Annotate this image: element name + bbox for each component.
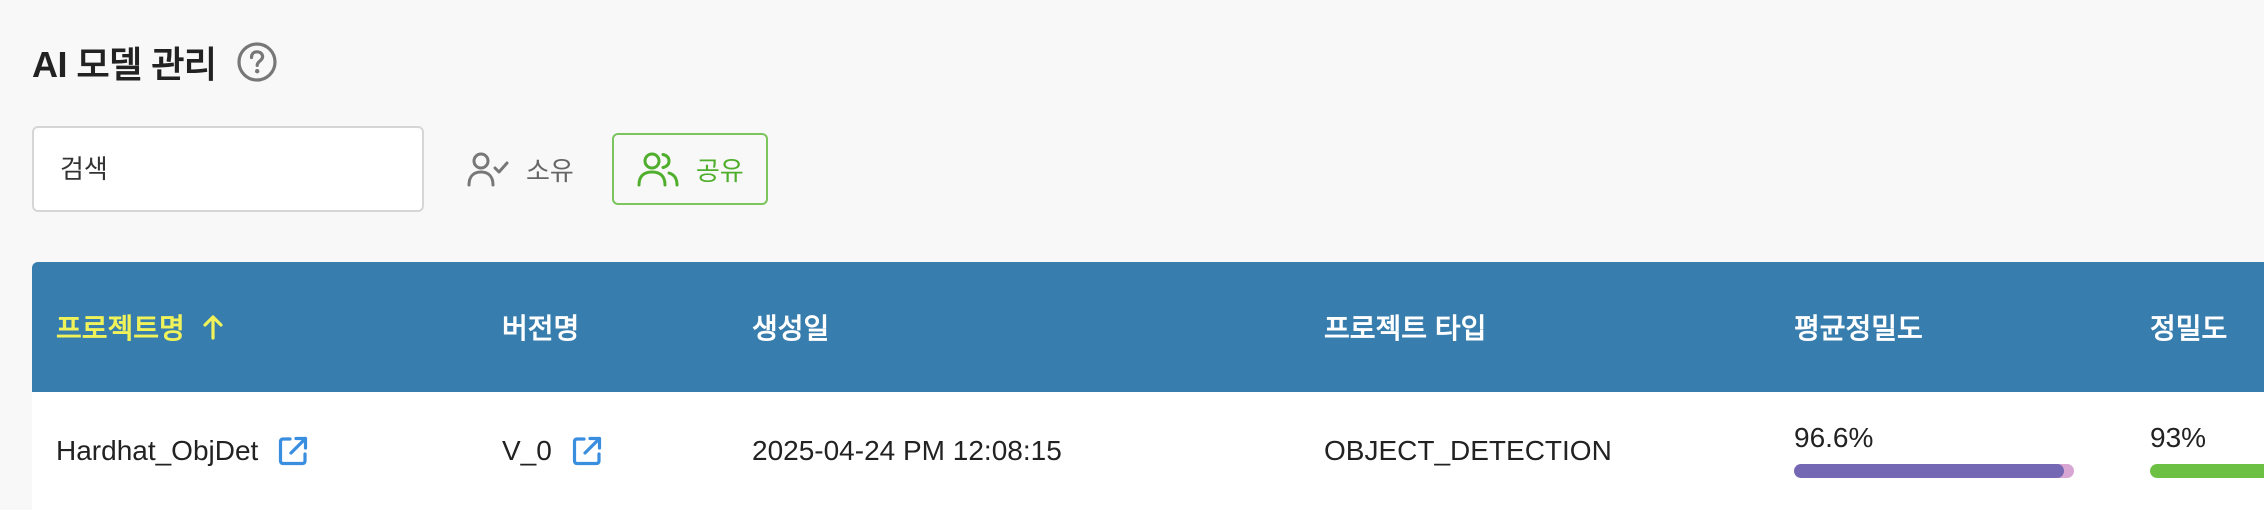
- avg-precision-bar-fill: [1794, 464, 2065, 478]
- cell-avg-precision: 96.6%: [1794, 422, 2074, 478]
- search-input[interactable]: [32, 126, 424, 212]
- table-header: 프로젝트명 버전명 생성일 프로젝트 타입 평균정밀도 정밀도: [32, 262, 2264, 392]
- open-version-link-icon[interactable]: [570, 434, 604, 468]
- cell-version: V_0: [502, 392, 604, 510]
- user-check-icon: [466, 149, 510, 189]
- column-header-project-type[interactable]: 프로젝트 타입: [1324, 262, 1486, 392]
- ai-model-management-page: AI 모델 관리 소유: [0, 0, 2264, 510]
- owned-filter-button[interactable]: 소유: [442, 133, 598, 205]
- column-header-project-name[interactable]: 프로젝트명: [56, 262, 227, 392]
- title-row: AI 모델 관리: [32, 36, 278, 88]
- cell-precision: 93%: [2150, 422, 2264, 478]
- shared-filter-label: 공유: [695, 155, 744, 186]
- column-header-precision[interactable]: 정밀도: [2150, 262, 2227, 392]
- column-header-version[interactable]: 버전명: [502, 262, 579, 392]
- cell-project-name: Hardhat_ObjDet: [56, 392, 310, 510]
- help-icon[interactable]: [236, 41, 278, 83]
- cell-project-type: OBJECT_DETECTION: [1324, 435, 1612, 466]
- model-table: 프로젝트명 버전명 생성일 프로젝트 타입 평균정밀도 정밀도 Hardhat_…: [32, 262, 2264, 510]
- table-row[interactable]: Hardhat_ObjDet V_0 2025-04-24 PM 12:08:1…: [32, 392, 2264, 510]
- project-name-text: Hardhat_ObjDet: [56, 435, 259, 466]
- avg-precision-value: 96.6%: [1794, 422, 1874, 453]
- column-header-created[interactable]: 생성일: [752, 262, 829, 392]
- sort-ascending-icon: [199, 313, 227, 341]
- owned-filter-label: 소유: [526, 155, 574, 186]
- precision-value: 93%: [2150, 422, 2207, 453]
- cell-created-date: 2025-04-24 PM 12:08:15: [752, 435, 1062, 466]
- avg-precision-bar: [1794, 464, 2074, 478]
- page-title: AI 모델 관리: [32, 44, 217, 85]
- open-project-link-icon[interactable]: [276, 434, 310, 468]
- column-header-avg-precision[interactable]: 평균정밀도: [1794, 262, 1923, 392]
- precision-bar-fill: [2150, 464, 2264, 478]
- precision-bar: [2150, 464, 2264, 478]
- toolbar: 소유 공유: [32, 126, 768, 212]
- shared-filter-button[interactable]: 공유: [611, 133, 768, 205]
- users-icon: [636, 149, 680, 189]
- version-text: V_0: [502, 435, 552, 466]
